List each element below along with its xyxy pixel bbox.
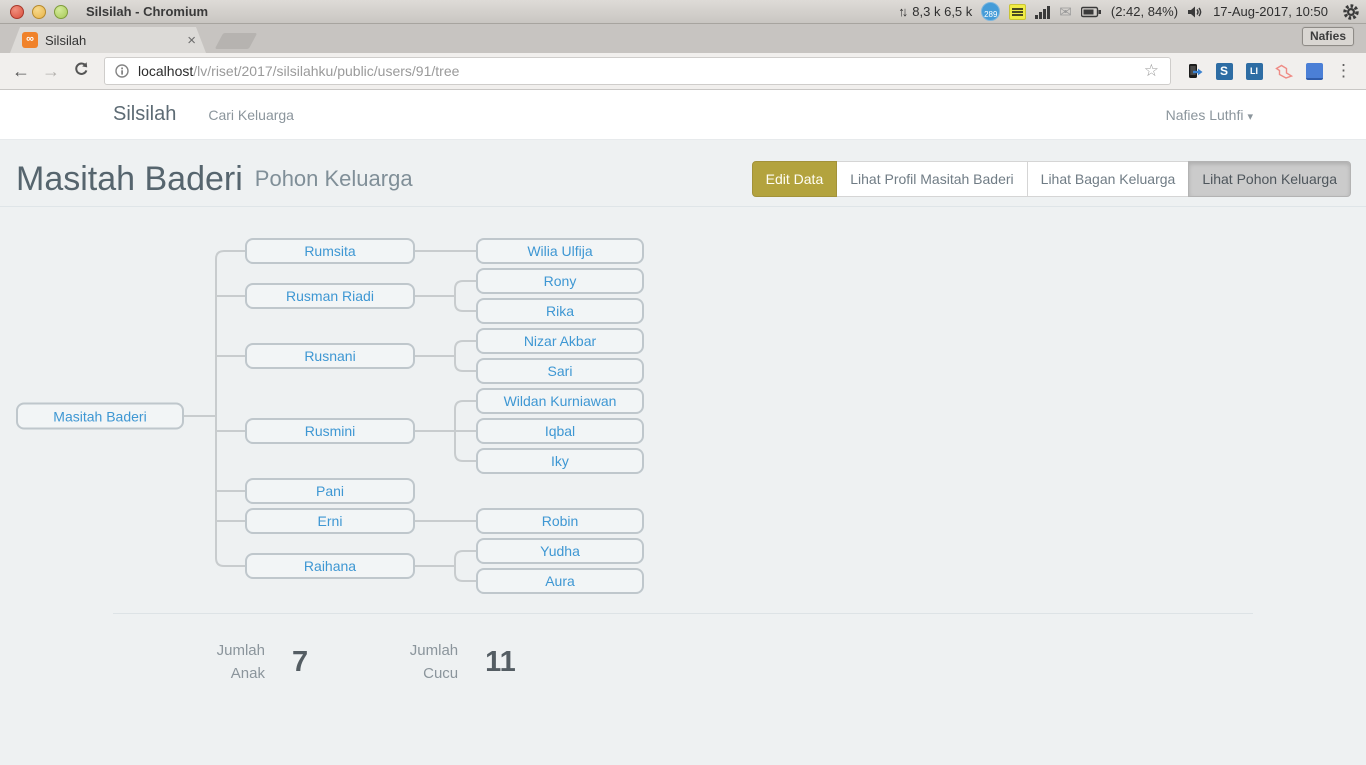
tree-node-root[interactable]: Masitah Baderi bbox=[16, 403, 184, 430]
tab-title: Silsilah bbox=[45, 33, 185, 48]
stat-cucu-label: Jumlah Cucu bbox=[308, 640, 458, 685]
window-controls bbox=[10, 5, 68, 19]
reload-icon bbox=[73, 61, 89, 77]
tree-node[interactable]: Sari bbox=[476, 358, 644, 384]
lihat-bagan-button[interactable]: Lihat Bagan Keluarga bbox=[1027, 161, 1190, 197]
browser-menu-icon[interactable]: ⋮ bbox=[1331, 61, 1358, 81]
stat-anak-value: 7 bbox=[292, 646, 308, 679]
battery-icon[interactable] bbox=[1081, 6, 1102, 18]
nafies-overlay-badge: Nafies bbox=[1302, 27, 1354, 46]
window-minimize-button[interactable] bbox=[32, 5, 46, 19]
signal-bars-icon[interactable] bbox=[1035, 5, 1050, 19]
network-traffic-label: 8,3 k 6,5 k bbox=[912, 4, 972, 19]
stats-divider bbox=[113, 613, 1253, 614]
page-title: Masitah Baderi bbox=[16, 160, 243, 199]
ext-li-icon[interactable]: LI bbox=[1244, 61, 1264, 81]
clock[interactable]: 17-Aug-2017, 10:50 bbox=[1213, 4, 1328, 19]
tree-node[interactable]: Iky bbox=[476, 448, 644, 474]
ext-s-icon[interactable]: S bbox=[1214, 61, 1234, 81]
volume-icon[interactable] bbox=[1187, 5, 1204, 19]
notes-list-icon[interactable] bbox=[1009, 4, 1026, 20]
url-path: /lv/riset/2017/silsilahku/public/users/9… bbox=[193, 63, 459, 79]
tree-node[interactable]: Rika bbox=[476, 298, 644, 324]
tree-node[interactable]: Robin bbox=[476, 508, 644, 534]
tree-node[interactable]: Iqbal bbox=[476, 418, 644, 444]
forward-button[interactable]: → bbox=[38, 61, 64, 82]
stat-cucu-value: 11 bbox=[485, 646, 516, 679]
tree-node[interactable]: Pani bbox=[245, 478, 415, 504]
window-maximize-button[interactable] bbox=[54, 5, 68, 19]
browser-tab[interactable]: ∞ Silsilah × bbox=[10, 27, 206, 53]
browser-toolbar: ← → localhost/lv/riset/2017/silsilahku/p… bbox=[0, 53, 1366, 90]
lihat-pohon-button[interactable]: Lihat Pohon Keluarga bbox=[1188, 161, 1351, 197]
desktop-panel: Silsilah - Chromium ↑↓ 8,3 k 6,5 k 289 ✉… bbox=[0, 0, 1366, 24]
omnibox[interactable]: localhost/lv/riset/2017/silsilahku/publi… bbox=[104, 57, 1171, 85]
user-name: Nafies Luthfi bbox=[1166, 107, 1244, 123]
navbar-brand[interactable]: Silsilah bbox=[113, 103, 176, 126]
page-header: Masitah Baderi Pohon Keluarga Edit Data … bbox=[0, 140, 1366, 207]
window-close-button[interactable] bbox=[10, 5, 24, 19]
stats-section: Jumlah Anak 7 Jumlah Cucu 11 bbox=[98, 613, 1268, 725]
ext-blue-square-icon[interactable] bbox=[1304, 61, 1324, 81]
system-tray: ↑↓ 8,3 k 6,5 k 289 ✉ (2:42, 84%) 17-Aug-… bbox=[898, 2, 1360, 21]
nav-link-cari-keluarga[interactable]: Cari Keluarga bbox=[208, 107, 294, 123]
tree-node[interactable]: Erni bbox=[245, 508, 415, 534]
network-traffic-icon[interactable]: ↑↓ bbox=[898, 4, 905, 19]
settings-gear-icon[interactable] bbox=[1342, 3, 1360, 21]
tree-node[interactable]: Nizar Akbar bbox=[476, 328, 644, 354]
info-icon[interactable] bbox=[114, 63, 130, 79]
caret-down-icon: ▾ bbox=[1247, 111, 1253, 123]
tab-close-icon[interactable]: × bbox=[185, 32, 198, 49]
browser-tab-strip: ∞ Silsilah × Nafies bbox=[0, 24, 1366, 53]
tree-node[interactable]: Wildan Kurniawan bbox=[476, 388, 644, 414]
mail-icon[interactable]: ✉ bbox=[1059, 3, 1072, 21]
tree-node[interactable]: Rony bbox=[476, 268, 644, 294]
family-tree: Wilia Ulfija Rumsita Rony Rika Rusman Riadi N… bbox=[0, 229, 1366, 607]
battery-label: (2:42, 84%) bbox=[1111, 4, 1178, 19]
tree-node[interactable]: Yudha bbox=[476, 538, 644, 564]
tree-node[interactable]: Raihana bbox=[245, 553, 415, 579]
ext-laravel-icon[interactable] bbox=[1274, 61, 1294, 81]
stat-jumlah-cucu: Jumlah Cucu 11 bbox=[308, 640, 516, 685]
stat-anak-label: Jumlah Anak bbox=[113, 640, 265, 685]
tree-node[interactable]: Rusnani bbox=[245, 343, 415, 369]
bookmark-star-icon[interactable]: ☆ bbox=[1142, 61, 1161, 81]
lihat-profil-button[interactable]: Lihat Profil Masitah Baderi bbox=[836, 161, 1027, 197]
app-navbar: Silsilah Cari Keluarga Nafies Luthfi▾ bbox=[0, 90, 1366, 140]
edit-data-button[interactable]: Edit Data bbox=[752, 161, 838, 197]
new-tab-button[interactable] bbox=[215, 33, 258, 49]
window-title: Silsilah - Chromium bbox=[86, 4, 208, 19]
action-button-group: Edit Data Lihat Profil Masitah Baderi Li… bbox=[752, 161, 1351, 197]
back-button[interactable]: ← bbox=[8, 61, 34, 82]
stat-jumlah-anak: Jumlah Anak 7 bbox=[113, 640, 308, 685]
url-host: localhost bbox=[138, 63, 193, 79]
tree-node[interactable]: Aura bbox=[476, 568, 644, 594]
tab-favicon-icon: ∞ bbox=[22, 32, 38, 48]
tree-node[interactable]: Rusman Riadi bbox=[245, 283, 415, 309]
tree-node[interactable]: Wilia Ulfija bbox=[476, 238, 644, 264]
page-subtitle: Pohon Keluarga bbox=[255, 166, 413, 192]
tree-node[interactable]: Rumsita bbox=[245, 238, 415, 264]
user-menu[interactable]: Nafies Luthfi▾ bbox=[1166, 107, 1253, 123]
reload-button[interactable] bbox=[68, 61, 94, 82]
ext-phone-arrow-icon[interactable] bbox=[1184, 61, 1204, 81]
messenger-indicator-icon[interactable]: 289 bbox=[981, 2, 1000, 21]
tree-node[interactable]: Rusmini bbox=[245, 418, 415, 444]
url-text[interactable]: localhost/lv/riset/2017/silsilahku/publi… bbox=[138, 63, 1142, 79]
